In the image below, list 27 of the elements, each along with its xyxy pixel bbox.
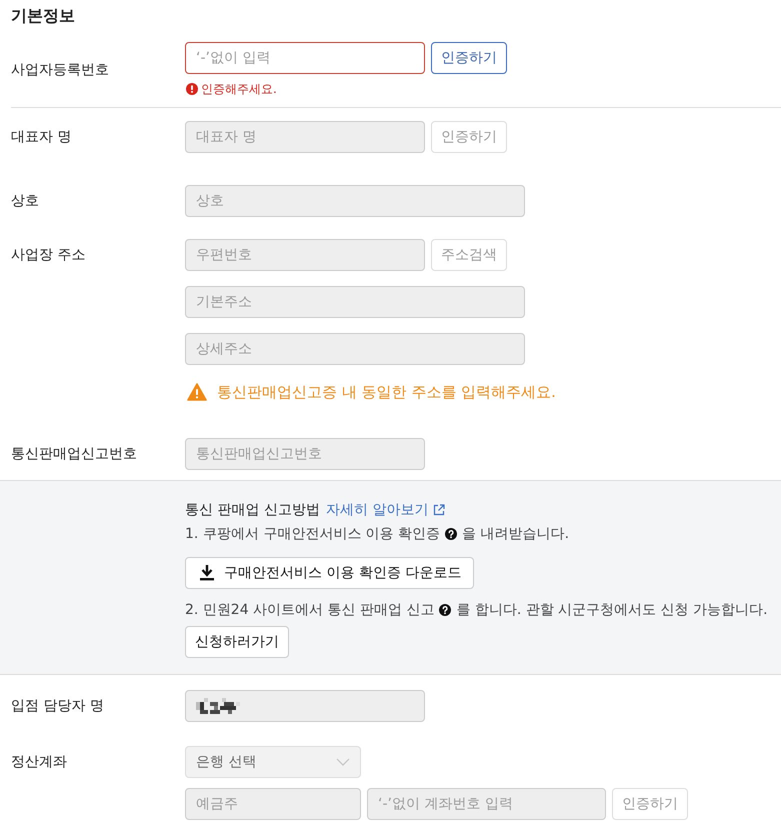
field-label: 사업장 주소	[11, 246, 86, 265]
apply-button[interactable]: 신청하러가기	[185, 626, 289, 658]
learn-more-link[interactable]: 자세히 알아보기	[326, 498, 446, 522]
guide-heading: 통신 판매업 신고방법	[185, 501, 320, 520]
field-label: 상호	[11, 192, 39, 211]
field-label: 대표자 명	[11, 128, 72, 147]
field-label: 정산계좌	[11, 753, 67, 772]
field-label: 입점 담당자 명	[11, 697, 104, 716]
download-button[interactable]: 구매안전서비스 이용 확인증 다운로드	[185, 557, 474, 589]
text-input[interactable]: ‘-’없이 입력	[185, 42, 425, 74]
warning-message: 통신판매업신고증 내 동일한 주소를 입력해주세요.	[217, 382, 556, 403]
step-text: 를 합니다. 관할 시군구청에서도 신청 가능합니다.	[456, 601, 768, 620]
external-link-icon	[433, 504, 446, 516]
help-icon[interactable]	[439, 604, 452, 616]
section-title: 기본정보	[11, 5, 75, 27]
chevron-down-icon	[336, 758, 350, 766]
step-text: 2. 민원24 사이트에서 통신 판매업 신고	[185, 601, 434, 620]
download-icon	[200, 565, 214, 581]
field-label: 통신판매업신고번호	[11, 445, 137, 464]
step-text: 1. 쿠팡에서 구매안전서비스 이용 확인증	[185, 525, 440, 544]
verify-button[interactable]: 인증하기	[431, 42, 507, 74]
help-icon[interactable]	[445, 528, 458, 540]
error-icon	[186, 83, 198, 95]
error-message: 인증해주세요.	[201, 81, 277, 98]
step-text: 을 내려받습니다.	[462, 525, 570, 544]
field-label: 사업자등록번호	[11, 61, 109, 80]
warning-icon	[187, 383, 207, 401]
